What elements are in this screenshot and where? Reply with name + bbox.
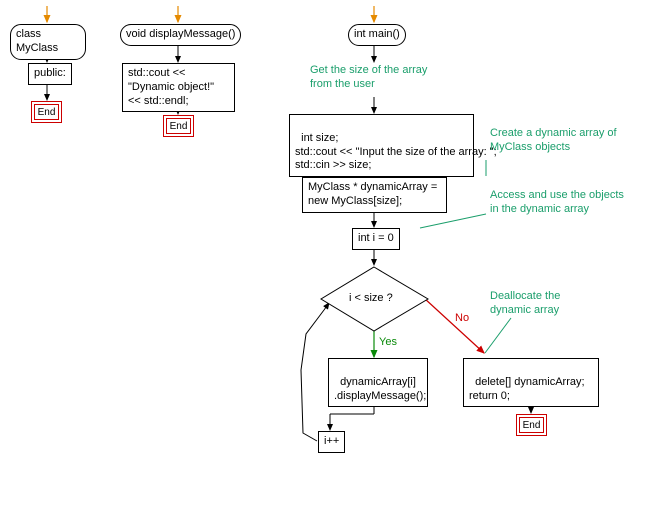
flow3-step-size: int size; std::cout << "Input the size o… (289, 114, 474, 177)
flow1-start-label: class MyClass (16, 28, 58, 54)
flow3-comment-deallocate: Deallocate the dynamic array (490, 290, 600, 318)
flow3-comment-get-size-label: Get the size of the array from the user (310, 64, 427, 90)
flow2-step-cout: std::cout << "Dynamic object!" << std::e… (122, 63, 235, 112)
flow3-comment-access-label: Access and use the objects in the dynami… (490, 189, 624, 215)
flow3-loop-inc-label: i++ (324, 435, 339, 447)
flow1-start: class MyClass (10, 24, 86, 60)
flow1-end-label: End (38, 107, 56, 118)
flow3-comment-deallocate-label: Deallocate the dynamic array (490, 290, 560, 316)
flow3-step-new-array-label: MyClass * dynamicArray = new MyClass[siz… (308, 181, 437, 207)
flow1-end: End (31, 101, 62, 123)
flow3-loop-inc: i++ (318, 431, 345, 453)
flow3-start: int main() (348, 24, 406, 46)
flow3-comment-get-size: Get the size of the array from the user (310, 64, 450, 92)
flow3-edge-no: No (455, 312, 469, 324)
flow3-loop-init: int i = 0 (352, 228, 400, 250)
flow2-step-cout-label: std::cout << "Dynamic object!" << std::e… (128, 67, 214, 107)
flow3-step-size-label: int size; std::cout << "Input the size o… (295, 132, 497, 172)
flow3-start-label: int main() (354, 28, 400, 40)
flow3-comment-create-array-label: Create a dynamic array of MyClass object… (490, 127, 617, 153)
flow3-loop-init-label: int i = 0 (358, 232, 394, 244)
flow3-loop-body-label: dynamicArray[i] .displayMessage(); (334, 376, 426, 402)
flow3-step-delete-label: delete[] dynamicArray; return 0; (469, 376, 585, 402)
flow2-start: void displayMessage() (120, 24, 241, 46)
flow2-end: End (163, 115, 194, 137)
flow2-end-label: End (170, 121, 188, 132)
flow2-start-label: void displayMessage() (126, 28, 235, 40)
flow3-decision-label: i < size ? (349, 292, 393, 304)
flow1-step-public-label: public: (34, 67, 66, 79)
flow3-end: End (516, 414, 547, 436)
flow3-comment-access: Access and use the objects in the dynami… (490, 189, 635, 217)
flow3-edge-yes: Yes (379, 336, 397, 348)
flow3-step-delete: delete[] dynamicArray; return 0; (463, 358, 599, 407)
flow3-end-label: End (523, 420, 541, 431)
flow1-step-public: public: (28, 63, 72, 85)
flow3-loop-body: dynamicArray[i] .displayMessage(); (328, 358, 428, 407)
flow3-comment-create-array: Create a dynamic array of MyClass object… (490, 127, 630, 155)
flow3-step-new-array: MyClass * dynamicArray = new MyClass[siz… (302, 177, 447, 213)
